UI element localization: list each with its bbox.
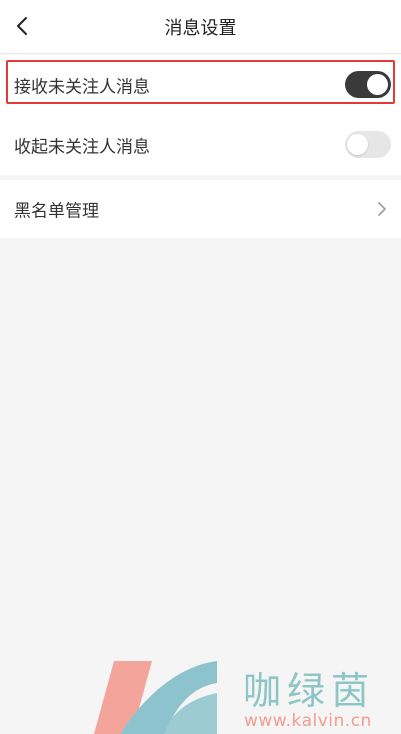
blacklist-label: 黑名单管理 xyxy=(14,201,99,222)
watermark-url: www.kalvin.cn xyxy=(244,711,372,731)
page-title: 消息设置 xyxy=(164,18,237,39)
toggle-knob xyxy=(347,134,368,155)
setting-row-fold-unfollowed: 收起未关注人消息 xyxy=(0,115,401,175)
highlight-box xyxy=(6,60,395,104)
chevron-right-icon xyxy=(378,202,386,216)
nav-bar: 消息设置 xyxy=(0,0,401,54)
fold-unfollowed-toggle[interactable] xyxy=(345,131,391,158)
setting-label: 收起未关注人消息 xyxy=(14,137,150,158)
watermark-text: 咖绿茵 xyxy=(243,669,376,713)
blacklist-section: 黑名单管理 xyxy=(0,180,401,238)
blacklist-row[interactable]: 黑名单管理 xyxy=(0,180,401,238)
